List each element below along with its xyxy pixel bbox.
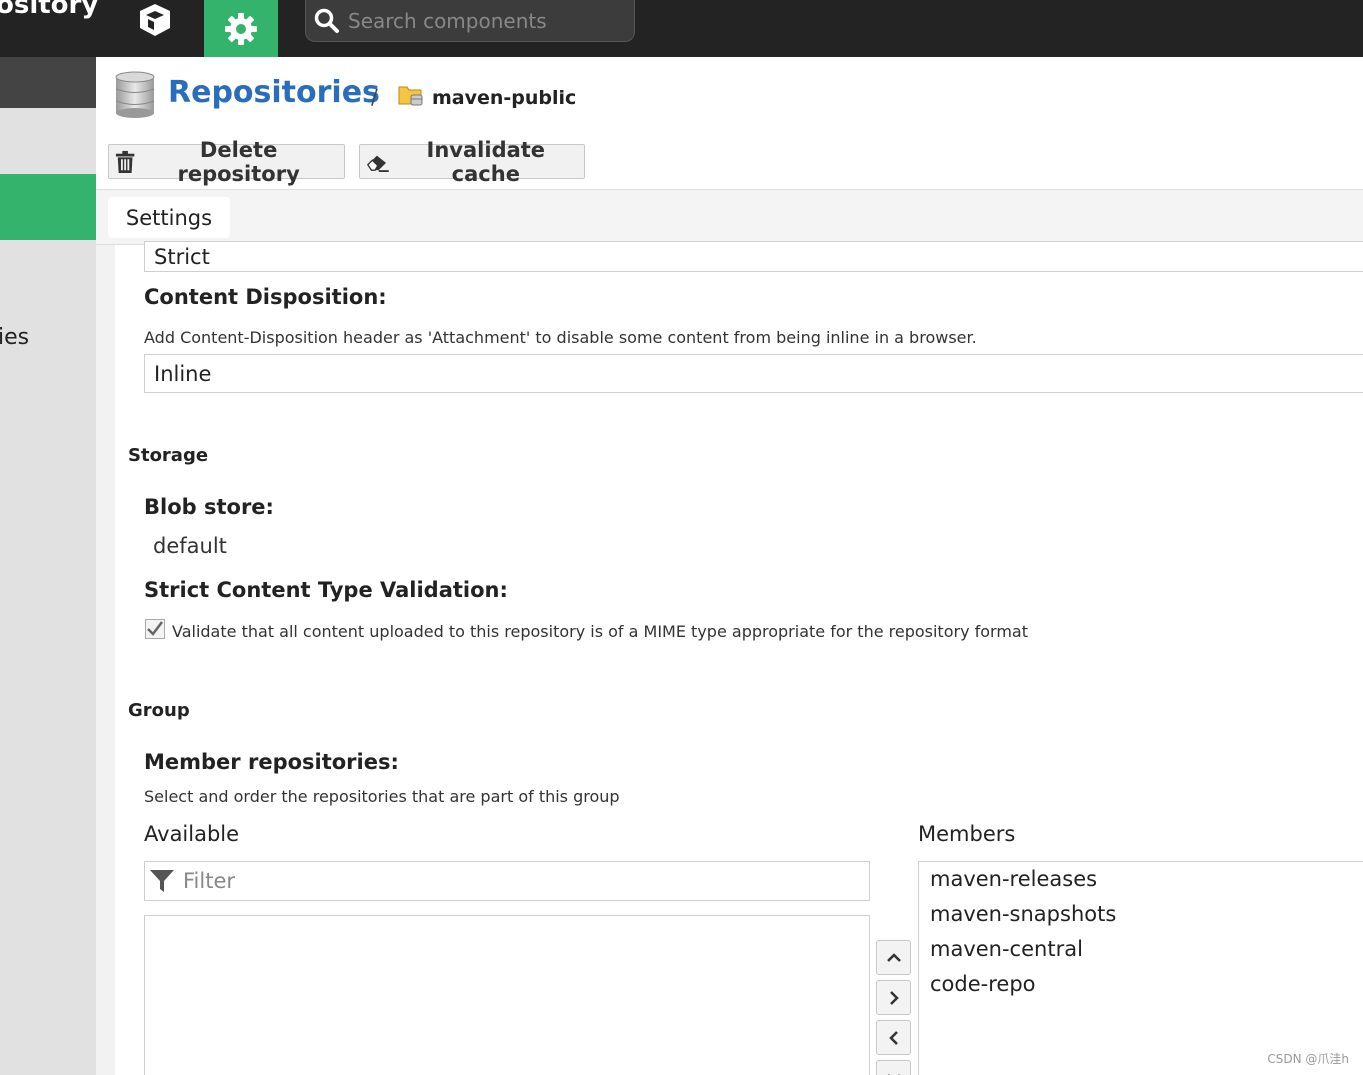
- watermark: CSDN @爪洼h: [1267, 1052, 1349, 1066]
- sidebar-header: [0, 57, 96, 108]
- tab-bar: Settings: [96, 189, 1363, 245]
- search-icon: [314, 8, 339, 33]
- delete-repository-button[interactable]: Delete repository: [108, 138, 345, 186]
- sidebar: ies: [0, 57, 96, 1075]
- group-section-title: Group: [128, 700, 190, 721]
- breadcrumb-current: maven-public: [432, 87, 577, 109]
- page-header: Repositories / maven-public Delete repos…: [96, 57, 1363, 189]
- search-box[interactable]: [305, 0, 635, 42]
- sidebar-item-selected[interactable]: [0, 174, 96, 240]
- remove-member-button[interactable]: [876, 1020, 911, 1055]
- blob-store-label: Blob store:: [144, 495, 274, 519]
- move-down-button[interactable]: [876, 1060, 911, 1075]
- filter-icon: [150, 870, 174, 892]
- chevron-right-icon: [889, 990, 899, 1005]
- top-bar: ository: [0, 0, 1363, 57]
- database-icon: [114, 71, 156, 123]
- strict-validation-help: Validate that all content uploaded to th…: [172, 622, 1029, 641]
- list-item[interactable]: code-repo: [919, 967, 1363, 1002]
- available-filter[interactable]: [144, 861, 870, 901]
- invalidate-cache-label: Invalidate cache: [426, 137, 546, 186]
- blob-store-value: default: [153, 534, 227, 558]
- add-member-button[interactable]: [876, 980, 911, 1015]
- tab-settings[interactable]: Settings: [108, 197, 230, 238]
- strict-validation-checkbox[interactable]: [145, 619, 165, 639]
- members-list[interactable]: maven-releases maven-snapshots maven-cen…: [918, 861, 1363, 1075]
- list-item[interactable]: maven-snapshots: [919, 897, 1363, 932]
- members-column-label: Members: [918, 822, 1016, 846]
- admin-gear-icon[interactable]: [204, 0, 278, 57]
- eraser-icon: [366, 155, 389, 172]
- member-repositories-help: Select and order the repositories that a…: [144, 787, 620, 806]
- content-disposition-label: Content Disposition:: [144, 285, 387, 309]
- sidebar-item-label[interactable]: ies: [0, 325, 29, 350]
- available-list[interactable]: [144, 915, 870, 1075]
- trash-icon: [115, 150, 135, 173]
- filter-input[interactable]: [183, 869, 783, 893]
- delete-repository-label: Delete repository: [177, 137, 300, 186]
- list-item[interactable]: maven-releases: [919, 862, 1363, 897]
- content-disposition-select[interactable]: Inline: [144, 354, 1363, 393]
- brand-title: ository: [0, 0, 99, 20]
- group-folder-icon: [398, 83, 424, 111]
- browse-cube-icon[interactable]: [134, 0, 176, 40]
- storage-section-title: Storage: [128, 445, 209, 466]
- content-disposition-help: Add Content-Disposition header as 'Attac…: [144, 328, 977, 347]
- invalidate-cache-button[interactable]: Invalidate cache: [359, 138, 585, 186]
- chevron-down-icon: [887, 1073, 900, 1075]
- checkmark-icon: [147, 621, 163, 636]
- strict-validation-label: Strict Content Type Validation:: [144, 578, 508, 602]
- routing-select[interactable]: Strict: [144, 241, 1363, 272]
- breadcrumb-repositories[interactable]: Repositories: [168, 75, 380, 110]
- chevron-left-icon: [888, 1030, 898, 1045]
- available-column-label: Available: [144, 822, 240, 846]
- move-up-button[interactable]: [876, 940, 911, 975]
- settings-form: Strict Content Disposition: Add Content-…: [96, 241, 1363, 1075]
- chevron-up-icon: [886, 952, 901, 962]
- breadcrumb-separator: /: [371, 85, 378, 109]
- search-input[interactable]: [348, 8, 618, 33]
- list-item[interactable]: maven-central: [919, 932, 1363, 967]
- member-repositories-label: Member repositories:: [144, 750, 399, 774]
